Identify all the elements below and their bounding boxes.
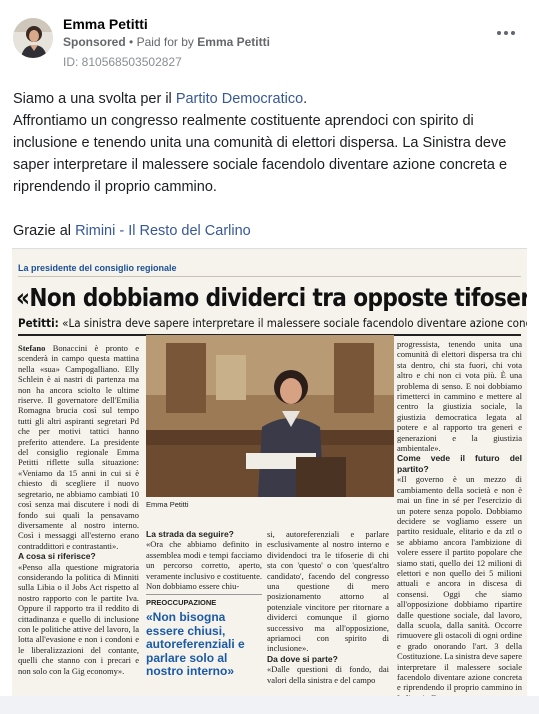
text-fragment: Siamo a una svolta per il [13,91,176,107]
article-headline: «Non dobbiamo dividerci tra opposte tifo… [16,283,527,312]
separator-dot: • [129,35,134,49]
sponsored-line: Sponsored • Paid for by Emma Petitti [63,35,270,49]
article-photo [146,335,394,497]
post-thanks: Grazie al Rimini - Il Resto del Carlino [13,220,528,242]
text-fragment: Grazie al [13,223,76,239]
more-dot [511,31,515,35]
article-kicker: La presidente del consiglio regionale [18,263,177,273]
link-separator: - [115,223,129,239]
rimini-link[interactable]: Rimini [75,223,115,239]
article-column-4: progressista, tenendo unita una comunità… [397,339,522,696]
subhead-quote: «La sinistra deve sapere interpretare il… [58,316,527,330]
more-dot [504,31,508,35]
article-column-2: La strada da seguire? «Ora che abbiamo d… [146,529,262,591]
photo-caption: Emma Petitti [146,500,189,509]
post-text: Siamo a una svolta per il Partito Democr… [13,88,528,242]
lead-word: Stefano [18,343,46,353]
card-footer [0,696,539,714]
profile-photo-icon [13,18,53,58]
more-horizontal-icon [497,31,501,35]
column-text: «Il governo è un mezzo di cambiamento de… [397,474,522,696]
article-subhead: Petitti: «La sinistra deve sapere interp… [18,316,527,330]
pull-quote-text: «Non bisogna essere chiusi, autoreferenz… [146,610,245,678]
question-heading: La strada da seguire? [146,529,234,539]
pull-quote-label: PREOCCUPAZIONE [146,598,217,607]
avatar[interactable] [13,18,53,58]
ad-post-card: Emma Petitti Sponsored • Paid for by Emm… [0,0,539,714]
subhead-speaker: Petitti: [18,316,59,330]
payer-name[interactable]: Emma Petitti [197,35,270,49]
post-paragraph: Affrontiamo un congresso realmente costi… [13,113,508,195]
ad-id: ID: 810568503502827 [63,55,182,69]
column-text: «Dalle questioni di fondo, dai valori de… [267,664,389,685]
council-chamber-photo-icon [146,335,394,497]
question-heading: Come vede il futuro del partito? [397,453,522,474]
sponsored-label: Sponsored [63,35,126,49]
column-text: progressista, tenendo unita una comunità… [397,339,522,454]
article-column-3: si, autoreferenziali e parlare esclusiva… [267,529,389,685]
more-options-button[interactable] [497,28,517,38]
text-fragment: . [303,91,308,107]
column-text: «Ora che abbiamo definito in assemblea m… [146,539,262,592]
post-header: Emma Petitti Sponsored • Paid for by Emm… [0,0,539,78]
post-line-1: Siamo a una svolta per il Partito Democr… [13,88,528,110]
question-heading: Da dove si parte? [267,653,338,664]
newspaper-clipping-image[interactable]: La presidente del consiglio regionale «N… [12,248,527,696]
partito-democratico-link[interactable]: Partito Democratico [176,91,303,107]
question-heading: A cosa si riferisce? [18,551,96,562]
column-text: «Penso alla questione migratoria conside… [18,561,139,676]
article-column-1: Stefano Bonaccini è pronto e scenderà in… [18,343,139,676]
column-text: Bonaccini è pronto e scenderà in campo q… [18,343,139,551]
divider [18,276,521,277]
pull-quote: PREOCCUPAZIONE «Non bisogna essere chius… [146,594,262,679]
column-text: si, autoreferenziali e parlare esclusiva… [267,529,389,654]
resto-del-carlino-link[interactable]: Il Resto del Carlino [128,223,251,239]
paid-for-label: Paid for by [136,35,194,49]
author-name[interactable]: Emma Petitti [63,16,148,32]
